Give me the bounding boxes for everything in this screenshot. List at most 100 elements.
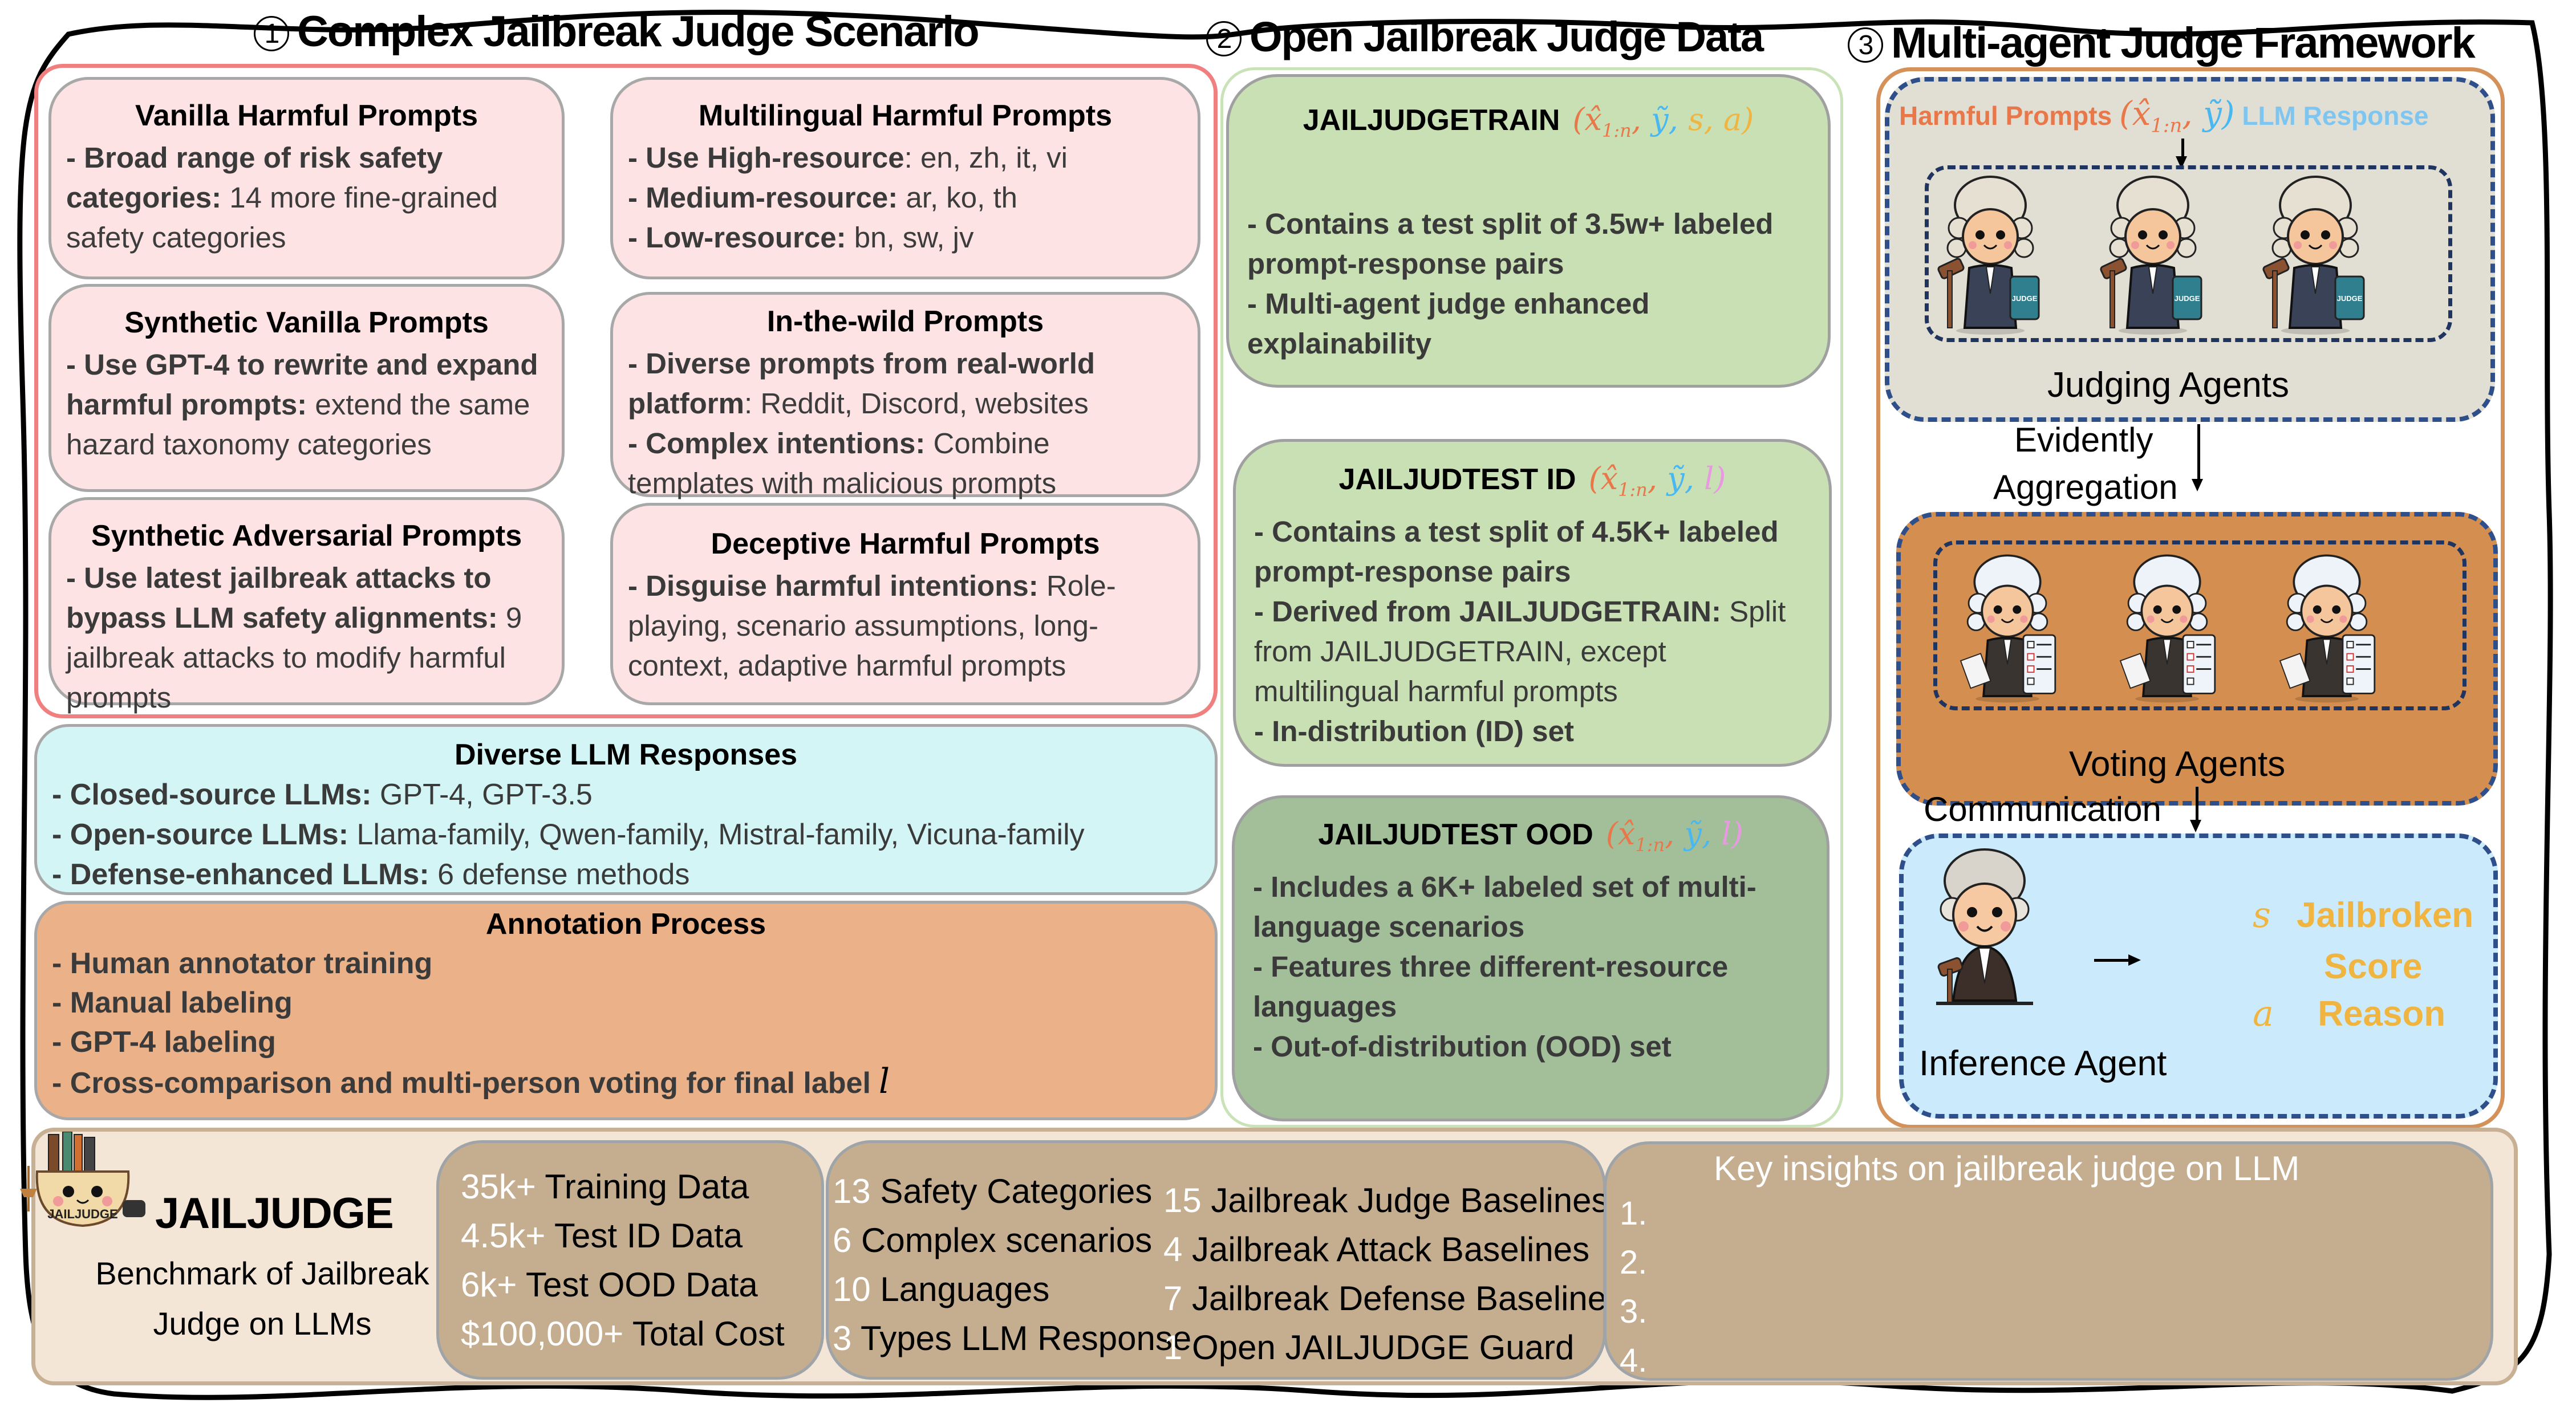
data-stat-value: 35k+ xyxy=(461,1168,536,1206)
response-line-text: 6 defense methods xyxy=(429,858,690,891)
baseline-stat-label: Open JAILJUDGE Guard xyxy=(1182,1328,1575,1367)
dataset-line: - Features three different-resource lang… xyxy=(1253,950,1729,1023)
voting-agent-figure xyxy=(1960,554,2056,703)
card-line: - Use GPT-4 to rewrite and expand harmfu… xyxy=(66,345,547,465)
response-line-bold: - Open-source LLMs: xyxy=(52,818,349,851)
card-line: - Broad range of risk safety categories:… xyxy=(66,138,547,258)
data-stat-label: Training Data xyxy=(536,1168,749,1206)
voting-agents-label: Voting Agents xyxy=(2069,745,2286,784)
output-score: s Jailbroken Score xyxy=(2253,889,2473,993)
score-symbol: s xyxy=(2253,894,2271,936)
dataset-card: JAILJUDGETRAIN (x̂1:n, ỹ, s, a) - Contains… xyxy=(1226,74,1831,388)
dataset-title: JAILJUDTEST ID (x̂1:n, ỹ, l) xyxy=(1254,459,1811,510)
dataset-line: - In-distribution (ID) set xyxy=(1254,714,1574,747)
llm-responses-box: Diverse LLM Responses - Closed-source LL… xyxy=(34,724,1218,895)
annotation-title: Annotation Process xyxy=(485,908,766,941)
card-line: - Complex intentions: Combine templates … xyxy=(628,424,1183,503)
card-line: - Low-resource: bn, sw, jv xyxy=(628,218,1183,258)
dataset-name: JAILJUDGETRAIN xyxy=(1303,104,1560,137)
card-title: In-the-wild Prompts xyxy=(766,305,1044,338)
baseline-stat: 7 Jailbreak Defense Baselines xyxy=(1163,1282,1624,1316)
card-line-bold: - Use High-resource xyxy=(628,141,904,174)
scope-stat-value: 3 xyxy=(833,1319,852,1357)
voting-agent-figure xyxy=(2119,554,2216,703)
baseline-stat-value: 1 xyxy=(1163,1328,1183,1367)
card-line: - Medium-resource: ar, ko, th xyxy=(628,178,1183,218)
baseline-stat-value: 4 xyxy=(1163,1230,1183,1268)
scenario-card: Multilingual Harmful Prompts - Use High-r… xyxy=(610,77,1200,279)
baseline-stat-value: 15 xyxy=(1163,1181,1202,1219)
step-number-badge: 3 xyxy=(1848,27,1883,63)
dataset-line: - Out-of-distribution (OOD) set xyxy=(1253,1030,1672,1063)
response-line-bold: - Defense-enhanced LLMs: xyxy=(52,858,429,891)
framework-input: Harmful Prompts (x̂1:n, ỹ) LLM Response xyxy=(1899,97,2429,136)
data-stat-label: Test OOD Data xyxy=(517,1266,758,1304)
annotation-line: - Cross-comparison and multi-person voti… xyxy=(52,1062,890,1101)
scope-stat: 13 Safety Categories xyxy=(833,1174,1152,1209)
insight-item: 2. xyxy=(1620,1246,1647,1279)
section-title-data: 2 Open Jailbreak Judge Data xyxy=(1206,16,1764,58)
card-title: Deceptive Harmful Prompts xyxy=(711,527,1100,560)
baseline-stat: 4 Jailbreak Attack Baselines xyxy=(1163,1233,1589,1267)
response-line-text: GPT-4, GPT-3.5 xyxy=(371,778,593,811)
scope-stat: 3 Types LLM Response xyxy=(833,1322,1191,1356)
dataset-card: JAILJUDTEST OOD (x̂1:n, ỹ, l) - Includes a… xyxy=(1232,795,1829,1121)
card-line-bold: - Low-resource: xyxy=(628,221,846,254)
annotation-box: Annotation Process - Human annotator tra… xyxy=(34,901,1218,1120)
scope-stat-label: Types LLM Response xyxy=(851,1319,1192,1357)
insight-item-value: 3. xyxy=(1620,1293,1648,1330)
baseline-stat-value: 7 xyxy=(1163,1279,1183,1318)
response-line: - Closed-source LLMs: GPT-4, GPT-3.5 xyxy=(52,775,1200,815)
section-title-framework: 3 Multi-agent Judge Framework xyxy=(1848,22,2476,65)
card-line-text: ar, ko, th xyxy=(898,181,1018,214)
communication-arrow-line xyxy=(2196,787,2198,822)
dataset-name: JAILJUDTEST ID xyxy=(1338,463,1576,496)
insights-title: Key insights on jailbreak judge on LLM xyxy=(1714,1149,2300,1188)
brand-name: JAILJUDGE xyxy=(155,1189,394,1238)
card-line: - Diverse prompts from real-world platfo… xyxy=(628,344,1183,424)
insight-item-value: 2. xyxy=(1620,1244,1648,1281)
data-stat: 35k+ Training Data xyxy=(461,1170,749,1204)
insight-item-value: 4. xyxy=(1620,1342,1648,1379)
baseline-stat-label: Jailbreak Attack Baselines xyxy=(1182,1230,1590,1268)
insight-item-value: 1. xyxy=(1620,1195,1648,1232)
data-stat-value: 4.5k+ xyxy=(461,1217,546,1255)
annotation-line: - Human annotator training xyxy=(52,947,433,980)
response-line-text: Llama-family, Qwen-family, Mistral-famil… xyxy=(348,818,1085,851)
card-line-text: bn, sw, jv xyxy=(846,221,974,254)
communication-arrow-head xyxy=(2190,820,2201,832)
insight-item: 4. xyxy=(1620,1344,1647,1377)
aggregation-arrow-head xyxy=(2192,479,2203,491)
data-stat-label: Total Cost xyxy=(623,1315,785,1353)
dataset-line: - Includes a 6K+ labeled set of multi-la… xyxy=(1253,870,1756,943)
card-line: - Use High-resource: en, zh, it, vi xyxy=(628,138,1183,178)
insight-item: 3. xyxy=(1620,1295,1647,1328)
svg-text:JUDGE: JUDGE xyxy=(2337,294,2363,303)
response-line: - Defense-enhanced LLMs: 6 defense metho… xyxy=(52,855,1200,894)
dataset-math: (x̂1:n, ỹ, s, a) xyxy=(1572,101,1754,141)
brand-subtitle: Benchmark of Jailbreak Judge on LLMs xyxy=(95,1255,429,1341)
insight-item: 1. xyxy=(1620,1197,1647,1230)
aggregation-arrow-line xyxy=(2197,424,2200,481)
label-symbol: l xyxy=(878,1062,890,1101)
harmful-prompts-label: Harmful Prompts xyxy=(1899,101,2112,131)
evidently-aggregation-label-1: Evidently xyxy=(2014,421,2153,459)
scope-stat-value: 13 xyxy=(833,1172,871,1210)
jailjudge-logo: JAILJUDGE xyxy=(20,1132,145,1227)
section-title-scenario: 1 Complex Jailbreak Judge Scenario xyxy=(254,10,980,54)
response-line: - Open-source LLMs: Llama-family, Qwen-f… xyxy=(52,815,1200,855)
card-title: Multilingual Harmful Prompts xyxy=(698,99,1113,132)
llm-responses-title: Diverse LLM Responses xyxy=(454,738,798,771)
scenario-card: Vanilla Harmful Prompts - Broad range of … xyxy=(48,77,565,279)
scope-stat-value: 6 xyxy=(833,1221,852,1259)
score-label: Jailbroken xyxy=(2297,896,2474,935)
card-line-bold: - Complex intentions: xyxy=(628,427,926,460)
baseline-stat-label: Jailbreak Judge Baselines xyxy=(1201,1181,1609,1219)
scope-stat-label: Languages xyxy=(870,1270,1050,1308)
card-line: - Disguise harmful intentions: Role-play… xyxy=(628,566,1183,686)
scope-stat: 10 Languages xyxy=(833,1272,1049,1307)
judging-agent-figure: JUDGE xyxy=(2100,176,2202,335)
dataset-line: - Contains a test split of 4.5K+ labeled… xyxy=(1254,515,1779,588)
svg-text:JAILJUDGE: JAILJUDGE xyxy=(47,1207,117,1221)
score-label-2: Score xyxy=(2324,947,2423,986)
